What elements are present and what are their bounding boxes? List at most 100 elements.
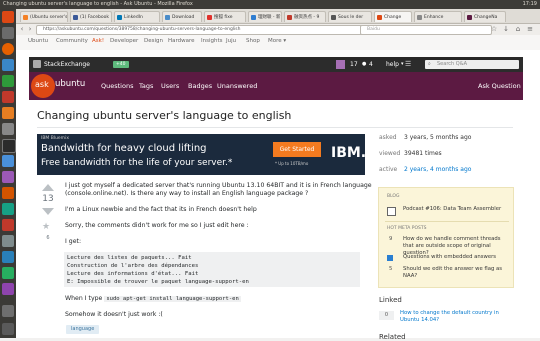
terminal-icon[interactable] (2, 139, 16, 153)
download-icon[interactable]: ↓ (502, 25, 510, 33)
ubuntu-nav-link[interactable]: Ubuntu (28, 35, 48, 48)
site-header: ask ubuntu Questions Tags Users Badges U… (29, 72, 523, 100)
ubuntu-nav-link[interactable]: Juju (226, 35, 236, 48)
ubuntu-nav-link[interactable]: More ▾ (268, 35, 286, 48)
stat-value: 3 years, 5 months ago (404, 134, 472, 141)
url-field[interactable]: https://askubuntu.com/questions/389758/c… (36, 25, 366, 35)
tag-language[interactable]: language (66, 325, 100, 334)
browser-tab[interactable]: Sous le der (328, 11, 372, 22)
back-icon[interactable]: ‹ (18, 25, 26, 33)
ask-question-button[interactable]: Ask Question (478, 72, 521, 100)
browser-tab[interactable]: Download (162, 11, 202, 22)
tab-favicon-icon (73, 15, 78, 20)
browser-tab[interactable]: LinkedIn (114, 11, 160, 22)
ubuntu-nav-link[interactable]: Community (56, 35, 88, 48)
browser-tab[interactable]: (Ubuntu server's language... (20, 11, 68, 22)
meta-post-link[interactable]: Questions with embedded answers (403, 254, 511, 261)
bookmark-icon[interactable]: ☆ (490, 25, 498, 33)
tab-favicon-icon (417, 15, 422, 20)
ubuntu-nav-link[interactable]: Shop (246, 35, 260, 48)
question-title[interactable]: Changing ubuntu server's language to eng… (37, 109, 291, 122)
menu-icon[interactable]: ≡ (526, 25, 534, 33)
app-icon[interactable] (2, 187, 14, 199)
question-text: Sorry, the comments didn't work for me s… (65, 222, 249, 229)
chrome-icon[interactable] (2, 155, 14, 167)
app-icon[interactable] (2, 235, 14, 247)
stat-value[interactable]: 2 years, 4 months ago (404, 166, 471, 173)
calc-icon[interactable] (2, 75, 14, 87)
ubuntu-nav-link[interactable]: Developer (110, 35, 138, 48)
app-icon[interactable] (2, 171, 14, 183)
stat-label: viewed (379, 150, 401, 157)
settings-icon[interactable] (2, 123, 14, 135)
nav-badges[interactable]: Badges (188, 72, 212, 100)
meta-post-link[interactable]: Should we edit the answer we flag as NAA… (403, 266, 511, 280)
ubuntu-nav-link[interactable]: Insights (201, 35, 223, 48)
downvote-icon[interactable] (42, 208, 54, 215)
search-input[interactable]: ⌕ Search Q&A (425, 60, 519, 69)
forward-icon[interactable]: › (26, 25, 34, 33)
launcher (0, 9, 16, 338)
dash-icon[interactable] (2, 11, 14, 23)
ubuntu-nav-link[interactable]: Hardware (168, 35, 195, 48)
help-link[interactable]: help (386, 57, 399, 72)
ad-get-started-button[interactable]: Get Started (273, 142, 321, 157)
avatar[interactable] (336, 60, 345, 69)
workspace-switcher-icon[interactable] (2, 305, 14, 317)
app-icon[interactable] (2, 251, 14, 263)
logo-ubuntu[interactable]: ubuntu (55, 79, 85, 89)
code-line: Lecture des informations d'état... Fait (67, 271, 199, 277)
after-code-text: When I type (65, 295, 103, 302)
upvote-icon[interactable] (42, 184, 54, 191)
trash-icon[interactable] (2, 323, 14, 335)
os-top-bar: Changing ubuntu server's language to eng… (0, 0, 540, 9)
app-icon[interactable] (2, 283, 14, 295)
app-icon[interactable] (2, 219, 14, 231)
browser-tab[interactable]: ChangeNa (464, 11, 506, 22)
nav-users[interactable]: Users (161, 72, 179, 100)
app-icon[interactable] (2, 203, 14, 215)
tab-label: LinkedIn (124, 15, 143, 20)
writer-icon[interactable] (2, 59, 14, 71)
blog-post-link[interactable]: Podcast #106: Data Team Assembler (403, 206, 511, 213)
files-icon[interactable] (2, 27, 14, 39)
logo-ask[interactable]: ask (35, 80, 49, 89)
impress-icon[interactable] (2, 91, 14, 103)
stackexchange-brand[interactable]: StackExchange (44, 57, 90, 72)
code-line: Lecture des listes de paquets... Fait (67, 255, 192, 261)
ibm-ad-banner[interactable]: IBM Bluemix Bandwidth for heavy cloud li… (37, 134, 365, 175)
clock: 17:19 (522, 1, 537, 7)
nav-unanswered[interactable]: Unanswered (217, 72, 257, 100)
ad-note: * Up to 10TB/mo (275, 161, 309, 166)
tab-favicon-icon (23, 15, 28, 20)
tab-label: Sous le der (338, 15, 364, 20)
app-icon[interactable] (2, 267, 14, 279)
browser-tab[interactable]: Change (374, 11, 412, 22)
favorite-star-icon[interactable]: ★ (42, 222, 50, 232)
ubuntu-nav-link[interactable]: Ask! (92, 35, 104, 48)
chevron-down-icon[interactable]: ▾ (401, 57, 404, 72)
browser-tab[interactable]: 理财联 - 新 (248, 11, 282, 22)
stackexchange-icon[interactable] (33, 60, 41, 68)
home-icon[interactable]: ⌂ (514, 25, 522, 33)
browser-tab[interactable]: 融资热点 - 9 (284, 11, 326, 22)
linked-heading: Linked (379, 296, 402, 304)
question-text: I get: (65, 238, 82, 245)
ubuntu-nav-link[interactable]: Design (144, 35, 163, 48)
firefox-icon[interactable] (2, 43, 14, 55)
browser-tab[interactable]: 搜狐 fixe (204, 11, 246, 22)
browser-tab[interactable]: Enhance (414, 11, 462, 22)
code-line: E: Impossible de trouver le paquet langu… (67, 279, 249, 285)
browser-tab[interactable]: (1) Facebook (70, 11, 112, 22)
tab-label: (1) Facebook (80, 15, 109, 20)
menu-icon[interactable]: ☰ (405, 57, 411, 72)
nav-questions[interactable]: Questions (101, 72, 133, 100)
inbox-badge[interactable]: +40 (113, 61, 129, 68)
software-center-icon[interactable] (2, 107, 14, 119)
question-text: (console.online.net). Is there any way t… (65, 190, 309, 197)
linked-question-link[interactable]: How to change the default country in Ubu… (400, 310, 518, 324)
nav-tags[interactable]: Tags (139, 72, 153, 100)
tab-label: 理财联 - 新 (258, 15, 281, 20)
search-field[interactable]: Baidu (360, 25, 492, 35)
search-placeholder: Search Q&A (437, 61, 468, 67)
